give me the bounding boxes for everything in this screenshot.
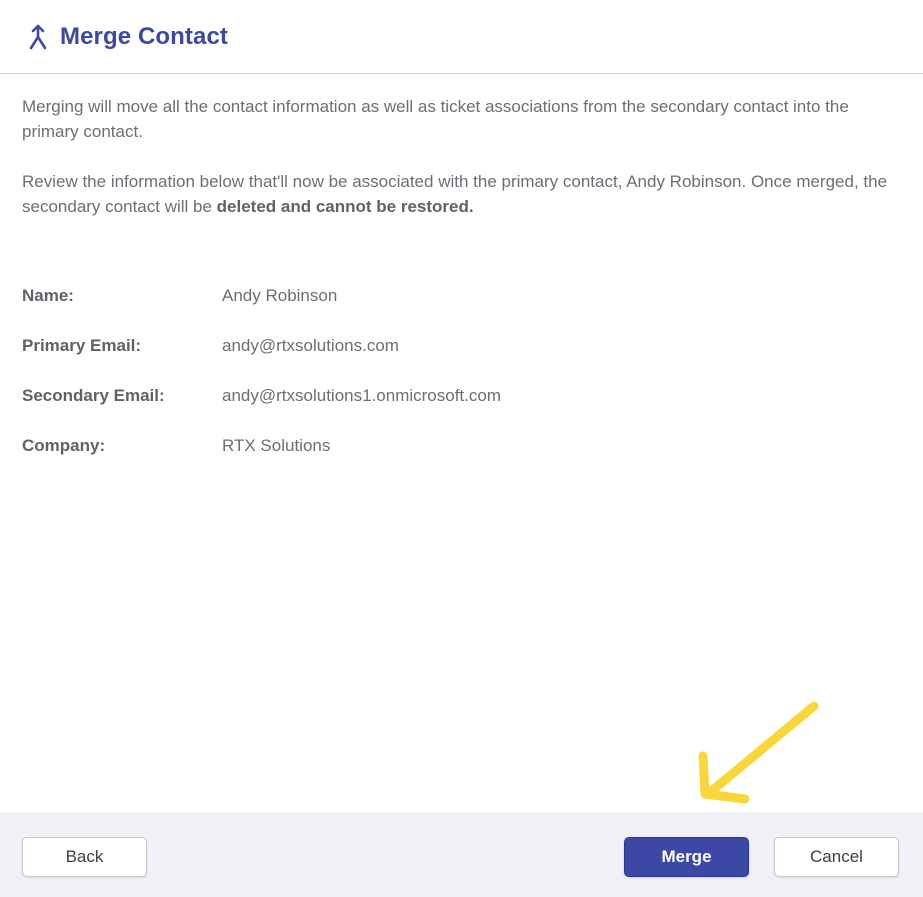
dialog-footer: Back Merge Cancel xyxy=(0,812,923,897)
merge-button[interactable]: Merge xyxy=(624,837,749,877)
dialog-header: Merge Contact xyxy=(0,0,923,74)
field-label: Company: xyxy=(22,436,106,455)
field-value: RTX Solutions xyxy=(222,436,331,455)
dialog-body: Merging will move all the contact inform… xyxy=(0,74,923,471)
field-label: Primary Email: xyxy=(22,336,142,355)
field-row-company: Company: RTX Solutions xyxy=(22,421,901,471)
merge-warning: Review the information below that'll now… xyxy=(22,169,902,219)
dialog-title: Merge Contact xyxy=(60,22,228,50)
field-label: Secondary Email: xyxy=(22,386,165,405)
field-label: Name: xyxy=(22,286,74,305)
contact-summary: Name: Andy Robinson Primary Email: andy@… xyxy=(22,271,901,471)
field-row-primary-email: Primary Email: andy@rtxsolutions.com xyxy=(22,321,901,371)
merge-warning-emphasis: deleted and cannot be restored. xyxy=(216,197,474,216)
field-value: Andy Robinson xyxy=(222,286,338,305)
cancel-button[interactable]: Cancel xyxy=(774,837,899,877)
field-value: andy@rtxsolutions.com xyxy=(222,336,399,355)
back-button[interactable]: Back xyxy=(22,837,147,877)
field-row-secondary-email: Secondary Email: andy@rtxsolutions1.onmi… xyxy=(22,371,901,421)
merge-contact-dialog: Merge Contact Merging will move all the … xyxy=(0,0,923,897)
field-row-name: Name: Andy Robinson xyxy=(22,271,901,321)
merge-description: Merging will move all the contact inform… xyxy=(22,97,849,141)
field-value: andy@rtxsolutions1.onmicrosoft.com xyxy=(222,386,501,405)
arrow-annotation-icon xyxy=(698,701,819,804)
merge-icon xyxy=(29,24,47,49)
